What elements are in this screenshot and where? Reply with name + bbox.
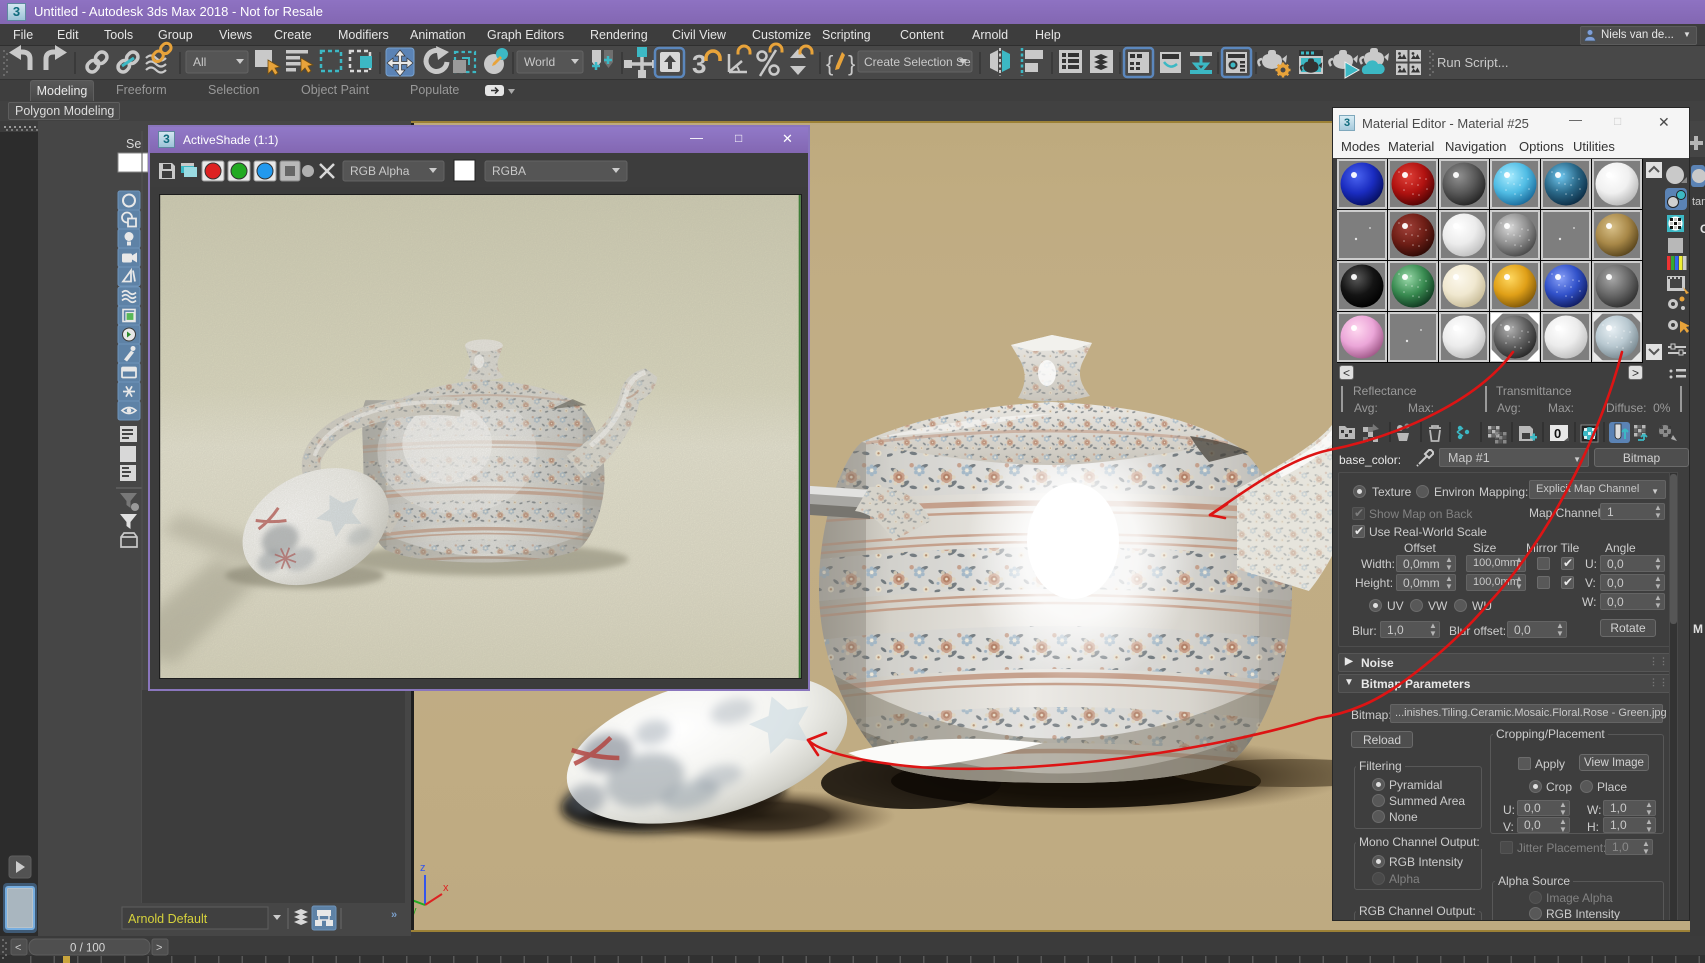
svg-text:z: z [420,862,426,874]
svg-text:Create Selection Se: Create Selection Se [864,55,971,69]
svg-text:Arnold Default: Arnold Default [128,912,208,926]
svg-text:Se: Se [126,137,141,151]
svg-text:>: > [156,942,162,954]
svg-text:x: x [443,882,449,894]
svg-text:<: < [15,942,21,954]
svg-text:0: 0 [1554,426,1561,441]
svg-text:}: } [848,51,855,76]
svg-text:RGBA: RGBA [492,164,526,178]
svg-text:M: M [1693,622,1703,636]
svg-text:Run Script...: Run Script... [1437,55,1509,70]
svg-text:C: C [1700,222,1705,236]
svg-text:RGB Alpha: RGB Alpha [350,164,410,178]
svg-text:»: » [391,909,397,921]
svg-text:All: All [193,55,206,69]
svg-text:World: World [524,55,555,69]
svg-text:3: 3 [692,49,706,79]
svg-text:{: { [826,51,833,76]
svg-text:tan: tan [1692,196,1705,208]
svg-text:0 / 100: 0 / 100 [70,943,105,955]
